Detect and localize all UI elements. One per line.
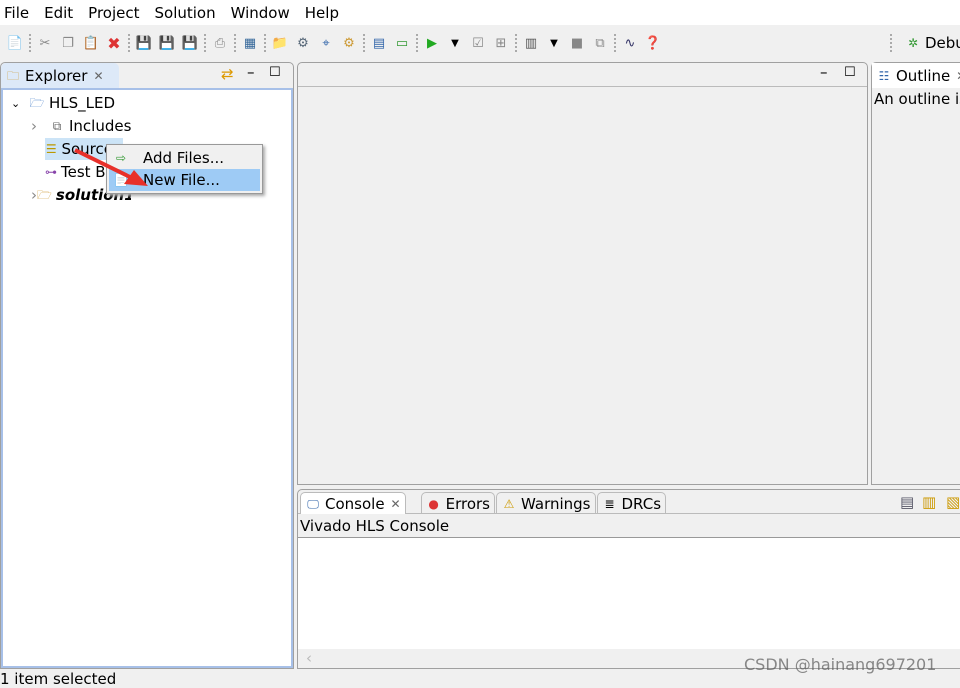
annotation-arrow <box>74 148 148 186</box>
